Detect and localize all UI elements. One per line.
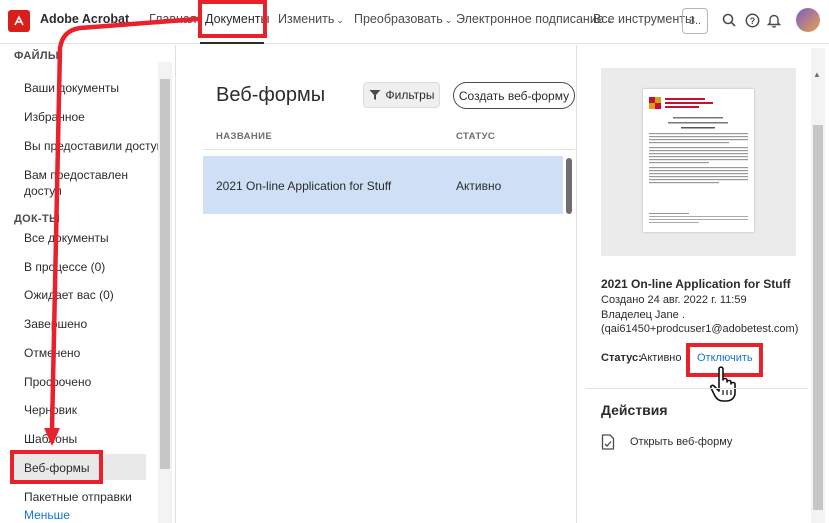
acrobat-logo-icon[interactable] — [8, 10, 30, 32]
open-document-icon[interactable] — [601, 434, 615, 450]
search-icon[interactable] — [720, 11, 738, 29]
details-status-value: Активно — [640, 352, 682, 364]
disable-link[interactable]: Отключить — [697, 352, 753, 364]
nav-esign[interactable]: Электронное подписание ⌄ — [456, 12, 613, 26]
table-header-divider — [203, 149, 575, 150]
highlight-box-documents — [198, 0, 267, 38]
sidebar-scrollbar-thumb[interactable] — [160, 79, 170, 469]
filters-button[interactable]: Фильтры — [363, 82, 440, 108]
filter-icon — [369, 90, 381, 100]
table-cell-name[interactable]: 2021 On-line Application for Stuff — [216, 179, 391, 193]
details-status-label: Статус: — [601, 352, 642, 364]
hand-cursor-icon — [709, 366, 736, 402]
details-email: (qai61450+prodcuser1@adobetest.com) — [601, 323, 799, 335]
sidebar-item-canceled[interactable]: Отменено — [24, 346, 80, 360]
nav-esign-label: Электронное подписание — [456, 12, 604, 26]
sidebar-item-shared-with-you-line2[interactable]: доступ — [24, 184, 62, 198]
sidebar-item-waiting-for-you[interactable]: Ожидает вас (0) — [24, 288, 114, 302]
details-divider — [576, 45, 577, 523]
sidebar-divider — [175, 45, 176, 523]
table-scrollbar-thumb[interactable] — [566, 158, 572, 214]
sidebar-item-shared-by-you[interactable]: Вы предоставили доступ — [24, 139, 163, 153]
nav-edit-label: Изменить — [278, 12, 335, 26]
details-scrollbar-thumb[interactable] — [813, 125, 823, 510]
nav-convert-label: Преобразовать — [354, 12, 443, 26]
chevron-down-icon: ⌄ — [336, 15, 344, 25]
svg-text:?: ? — [749, 16, 755, 26]
details-section-divider — [586, 388, 808, 389]
details-title: 2021 On-line Application for Stuff — [601, 277, 791, 291]
chevron-down-icon: ⌄ — [444, 15, 453, 25]
nav-convert[interactable]: Преобразовать ⌄ — [354, 12, 452, 26]
filters-button-label: Фильтры — [385, 88, 435, 102]
table-cell-status: Активно — [456, 179, 502, 193]
nav-active-indicator — [200, 42, 264, 44]
brand-name: Adobe Acrobat — [40, 12, 130, 26]
top-bar: Adobe Acrobat Главная Документы Изменить… — [0, 0, 829, 44]
details-owner: Владелец Jane . — [601, 309, 685, 321]
sidebar-item-bulk-sends[interactable]: Пакетные отправки — [24, 490, 132, 504]
column-header-name[interactable]: НАЗВАНИЕ — [216, 131, 272, 142]
sidebar-item-completed[interactable]: Завершено — [24, 317, 87, 331]
create-web-form-button[interactable]: Создать веб-форму — [453, 82, 575, 109]
nav-edit[interactable]: Изменить ⌄ — [278, 12, 344, 26]
sidebar-item-expired[interactable]: Просрочено — [24, 375, 91, 389]
bell-icon[interactable] — [765, 11, 783, 29]
page-title: Веб-формы — [216, 84, 326, 106]
sidebar-item-all-documents[interactable]: Все документы — [24, 231, 109, 245]
column-header-status[interactable]: СТАТУС — [456, 131, 495, 142]
sidebar-less-link[interactable]: Меньше — [24, 508, 70, 522]
document-thumbnail[interactable] — [643, 89, 754, 232]
sidebar-item-templates[interactable]: Шаблоны — [24, 432, 77, 446]
sidebar-files-header: ФАЙЛЫ — [14, 50, 59, 62]
sidebar-item-favorites[interactable]: Избранное — [24, 110, 85, 124]
scroll-up-arrow-icon[interactable]: ▲ — [813, 70, 821, 79]
actions-header: Действия — [601, 402, 668, 418]
sidebar-item-shared-with-you[interactable]: Вам предоставлен — [24, 168, 128, 182]
more-button[interactable]: 3.. — [682, 8, 708, 34]
details-created: Создано 24 авг. 2022 г. 11:59 — [601, 294, 747, 306]
help-icon[interactable]: ? — [743, 11, 761, 29]
nav-all-tools[interactable]: Все инструменты — [593, 12, 694, 26]
document-preview-image — [649, 97, 748, 223]
nav-home[interactable]: Главная — [149, 12, 197, 26]
open-web-form-action[interactable]: Открыть веб-форму — [630, 436, 732, 448]
highlight-box-web-forms — [10, 450, 103, 484]
sidebar-item-your-documents[interactable]: Ваши документы — [24, 81, 119, 95]
avatar[interactable] — [796, 8, 820, 32]
sidebar-item-in-progress[interactable]: В процессе (0) — [24, 260, 105, 274]
sidebar-item-draft[interactable]: Черновик — [24, 403, 77, 417]
sidebar-docs-header: ДОК-ТЫ — [14, 213, 61, 225]
